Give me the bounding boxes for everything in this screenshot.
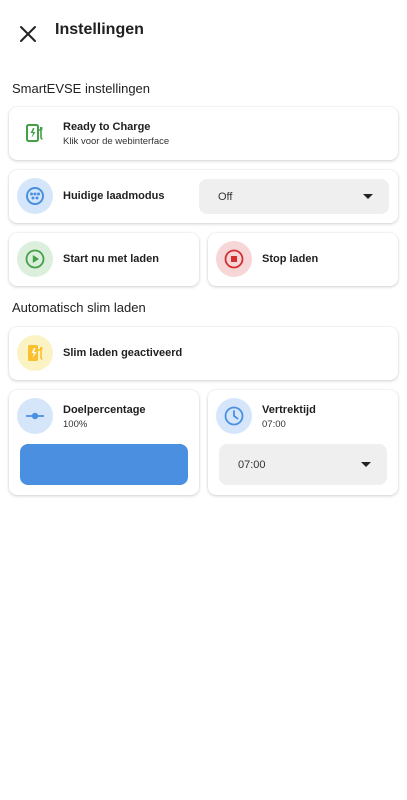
departure-time-select[interactable]: 07:00 (219, 444, 387, 485)
smart-charging-card[interactable]: Slim laden geactiveerd (9, 327, 398, 380)
departure-time-selected: 07:00 (238, 458, 266, 471)
app-header: Instellingen (0, 0, 407, 64)
departure-time-card: Vertrektijd 07:00 07:00 (208, 390, 398, 495)
close-icon (20, 26, 36, 42)
start-charging-label: Start nu met laden (63, 253, 159, 265)
page-title: Instellingen (55, 21, 144, 38)
departure-time-value: 07:00 (262, 419, 286, 430)
charge-mode-label: Huidige laadmodus (63, 190, 165, 202)
stop-charging-card[interactable]: Stop laden (208, 233, 398, 286)
slider-icon (17, 398, 53, 434)
status-title: Ready to Charge (63, 121, 151, 133)
close-button[interactable] (14, 20, 42, 48)
caret-down-icon (363, 193, 373, 199)
target-percentage-label: Doelpercentage (63, 404, 146, 416)
target-percentage-value: 100% (63, 419, 88, 430)
charge-mode-card: Huidige laadmodus Off (9, 170, 398, 223)
smart-charging-label: Slim laden geactiveerd (63, 347, 183, 359)
charge-mode-select[interactable]: Off (199, 179, 389, 214)
ev-charger-auto-icon (17, 335, 53, 371)
charge-mode-value: Off (218, 190, 233, 203)
target-percentage-slider[interactable] (20, 444, 188, 485)
clock-icon (216, 398, 252, 434)
section-title-smartevse: SmartEVSE instellingen (12, 81, 151, 96)
departure-time-label: Vertrektijd (262, 404, 316, 416)
caret-down-icon (361, 461, 371, 467)
start-charging-card[interactable]: Start nu met laden (9, 233, 199, 286)
ev-charger-icon (24, 122, 46, 144)
stop-charging-label: Stop laden (262, 253, 319, 265)
target-percentage-card: Doelpercentage 100% (9, 390, 199, 495)
ev-plug-icon (17, 178, 53, 214)
status-subtitle: Klik voor de webinterface (63, 136, 170, 147)
play-icon (17, 241, 53, 277)
section-title-auto: Automatisch slim laden (12, 300, 146, 315)
status-card[interactable]: Ready to Charge Klik voor de webinterfac… (9, 107, 398, 160)
stop-icon (216, 241, 252, 277)
